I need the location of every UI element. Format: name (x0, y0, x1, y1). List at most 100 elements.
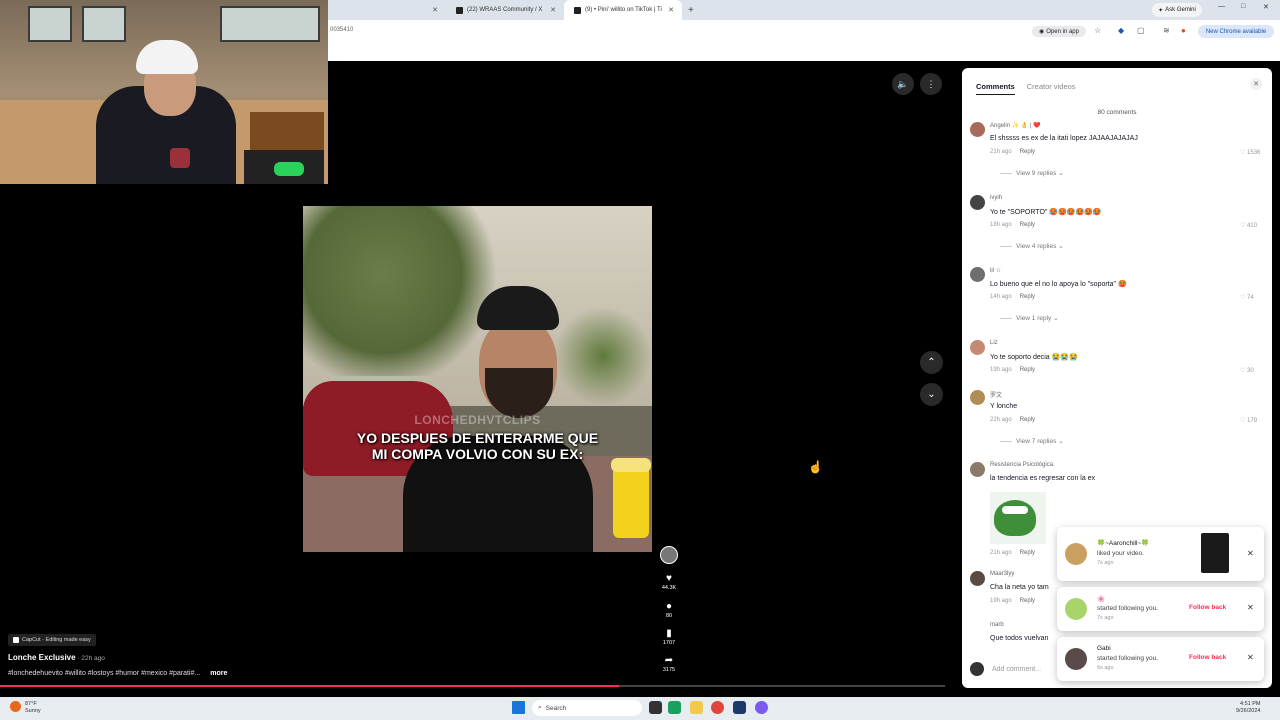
volume-button[interactable]: 🔈 (892, 73, 914, 95)
steam-icon[interactable] (733, 701, 746, 714)
share-action[interactable]: ➦ 3175 (656, 656, 682, 674)
new-tab-button[interactable]: + (688, 5, 694, 16)
browser-tab-tiktok[interactable]: (9) • Pini’ willito on TikTok | Ti ✕ (564, 0, 682, 20)
notification-user[interactable]: 🍀~Aaronchill~🍀 (1097, 539, 1149, 547)
avatar[interactable] (970, 195, 985, 210)
bookmark-star-icon[interactable]: ☆ (1094, 26, 1101, 35)
comment-user[interactable]: 罗文 (990, 390, 1002, 399)
windows-start-icon[interactable] (512, 701, 525, 714)
avatar[interactable] (970, 340, 985, 355)
comment-likes[interactable]: ♡ 74 (1240, 294, 1254, 301)
add-comment-placeholder[interactable]: Add comment... (992, 666, 1041, 673)
video-thumbnail[interactable] (1201, 533, 1229, 573)
author-name[interactable]: Lonche Exclusive (8, 653, 76, 662)
taskbar-search[interactable]: ⌕ Search (532, 700, 642, 716)
comment-likes[interactable]: ♡ 1536 (1240, 149, 1260, 156)
comment-likes[interactable]: ♡ 179 (1240, 417, 1257, 424)
app-icon[interactable] (668, 701, 681, 714)
weather-temp: 87°F (25, 701, 37, 707)
avatar[interactable] (970, 571, 985, 586)
close-window-button[interactable]: ✕ (1263, 3, 1269, 11)
progress-fill (0, 685, 619, 687)
close-panel-icon[interactable]: ✕ (1250, 78, 1262, 90)
avatar[interactable] (970, 267, 985, 282)
tab-creator-videos[interactable]: Creator videos (1027, 82, 1076, 95)
close-notification-icon[interactable]: ✕ (1247, 549, 1254, 558)
comment-meta: 14h ago Reply (990, 294, 1035, 300)
view-replies-button[interactable]: View 9 replies ⌄ (1000, 169, 1064, 177)
previous-video-button[interactable]: ⌃ (920, 351, 943, 374)
reply-button[interactable]: Reply (1020, 222, 1035, 228)
avatar[interactable] (970, 122, 985, 137)
like-action[interactable]: ♥ 44.3K (656, 574, 682, 592)
reply-button[interactable]: Reply (1020, 367, 1035, 373)
more-link[interactable]: more (210, 670, 227, 677)
comment-likes[interactable]: ♡ 30 (1240, 367, 1254, 374)
notification-user[interactable]: 🌸 (1097, 595, 1105, 603)
tab-close-icon[interactable]: ✕ (550, 6, 556, 14)
profile-avatar-icon[interactable]: ● (1181, 26, 1186, 35)
reply-button[interactable]: Reply (1020, 417, 1035, 423)
tab-close-icon[interactable]: ✕ (668, 6, 674, 14)
follow-back-button[interactable]: Follow back (1189, 654, 1226, 661)
extensions-puzzle-icon[interactable]: ▢ (1137, 26, 1145, 35)
notification-card[interactable]: 🍀~Aaronchill~🍀 liked your video. 7s ago … (1057, 527, 1264, 581)
next-video-button[interactable]: ⌄ (920, 383, 943, 406)
save-action[interactable]: ▮ 1707 (656, 629, 682, 647)
new-chrome-available-button[interactable]: New Chrome available (1198, 25, 1274, 38)
browser-tab[interactable]: ✕ (328, 0, 446, 20)
view-replies-button[interactable]: View 1 reply ⌄ (1000, 314, 1059, 322)
tab-comments[interactable]: Comments (976, 82, 1015, 95)
tab-close-icon[interactable]: ✕ (432, 6, 438, 14)
app-icon[interactable] (755, 701, 768, 714)
avatar[interactable] (970, 390, 985, 405)
avatar[interactable] (970, 462, 985, 477)
extension-shield-icon[interactable]: ◆ (1118, 26, 1124, 35)
comment-likes[interactable]: ♡ 410 (1240, 222, 1257, 229)
comment-user[interactable]: ivyih (990, 195, 1002, 201)
maximize-button[interactable]: □ (1241, 3, 1245, 10)
capcut-label: CapCut · Editing made easy (22, 637, 91, 643)
sparkle-icon: ✦ (1158, 7, 1164, 14)
notification-user[interactable]: Gabi (1097, 645, 1111, 652)
comment-action[interactable]: ● 80 (656, 602, 682, 620)
hashtag-text[interactable]: #lonchedehuevito #willito #lostoys #humo… (8, 670, 200, 677)
chrome-icon[interactable] (711, 701, 724, 714)
reply-button[interactable]: Reply (1020, 294, 1035, 300)
cast-icon[interactable]: ≋ (1163, 26, 1170, 35)
capcut-badge[interactable]: CapCut · Editing made easy (8, 634, 96, 646)
open-in-app-button[interactable]: ◉ Open in app (1032, 26, 1086, 37)
minimize-button[interactable]: — (1218, 3, 1225, 10)
comment-text: Cha la neta yo tam (990, 584, 1049, 591)
url-text[interactable]: 0035410 (330, 27, 353, 33)
comment-time: 22h ago (990, 417, 1012, 423)
reply-button[interactable]: Reply (1020, 149, 1035, 155)
comment-user[interactable]: lil ☆ (990, 267, 1001, 274)
browser-tab-x[interactable]: (22) WRAAS Community / X ✕ (446, 0, 564, 20)
x-logo-icon (456, 6, 463, 14)
creator-avatar[interactable] (660, 546, 678, 564)
view-replies-button[interactable]: View 7 replies ⌄ (1000, 437, 1064, 445)
close-notification-icon[interactable]: ✕ (1247, 653, 1254, 662)
reply-button[interactable]: Reply (1020, 550, 1035, 556)
file-explorer-icon[interactable] (690, 701, 703, 714)
comment-user[interactable]: Angelin ✨ 👌 | ❤️ (990, 122, 1041, 129)
close-notification-icon[interactable]: ✕ (1247, 603, 1254, 612)
notification-card[interactable]: Gabi started following you. 6s ago Follo… (1057, 637, 1264, 681)
video-progress-bar[interactable] (0, 685, 945, 687)
ask-gemini-button[interactable]: ✦ Ask Gemini (1152, 3, 1202, 17)
reply-button[interactable]: Reply (1020, 598, 1035, 604)
sticker-image[interactable] (990, 492, 1046, 544)
comment-user[interactable]: marb (990, 622, 1004, 628)
view-replies-button[interactable]: View 4 replies ⌄ (1000, 242, 1064, 250)
more-options-button[interactable]: ⋮ (920, 73, 942, 95)
notification-card[interactable]: 🌸 started following you. 7s ago Follow b… (1057, 587, 1264, 631)
comment-user[interactable]: Maar3lyy (990, 571, 1014, 577)
follow-back-button[interactable]: Follow back (1189, 604, 1226, 611)
video-player[interactable]: LONCHEDHVTCLIPS YO DESPUES DE ENTERARME … (303, 206, 652, 552)
task-view-icon[interactable] (649, 701, 662, 714)
notification-message: liked your video. (1097, 550, 1144, 557)
comment-user[interactable]: Liz (990, 340, 998, 346)
comment-user[interactable]: Resistencia Psicológica. (990, 462, 1055, 468)
taskbar-clock[interactable]: 4:51 PM 9/26/2024 (1236, 701, 1260, 715)
